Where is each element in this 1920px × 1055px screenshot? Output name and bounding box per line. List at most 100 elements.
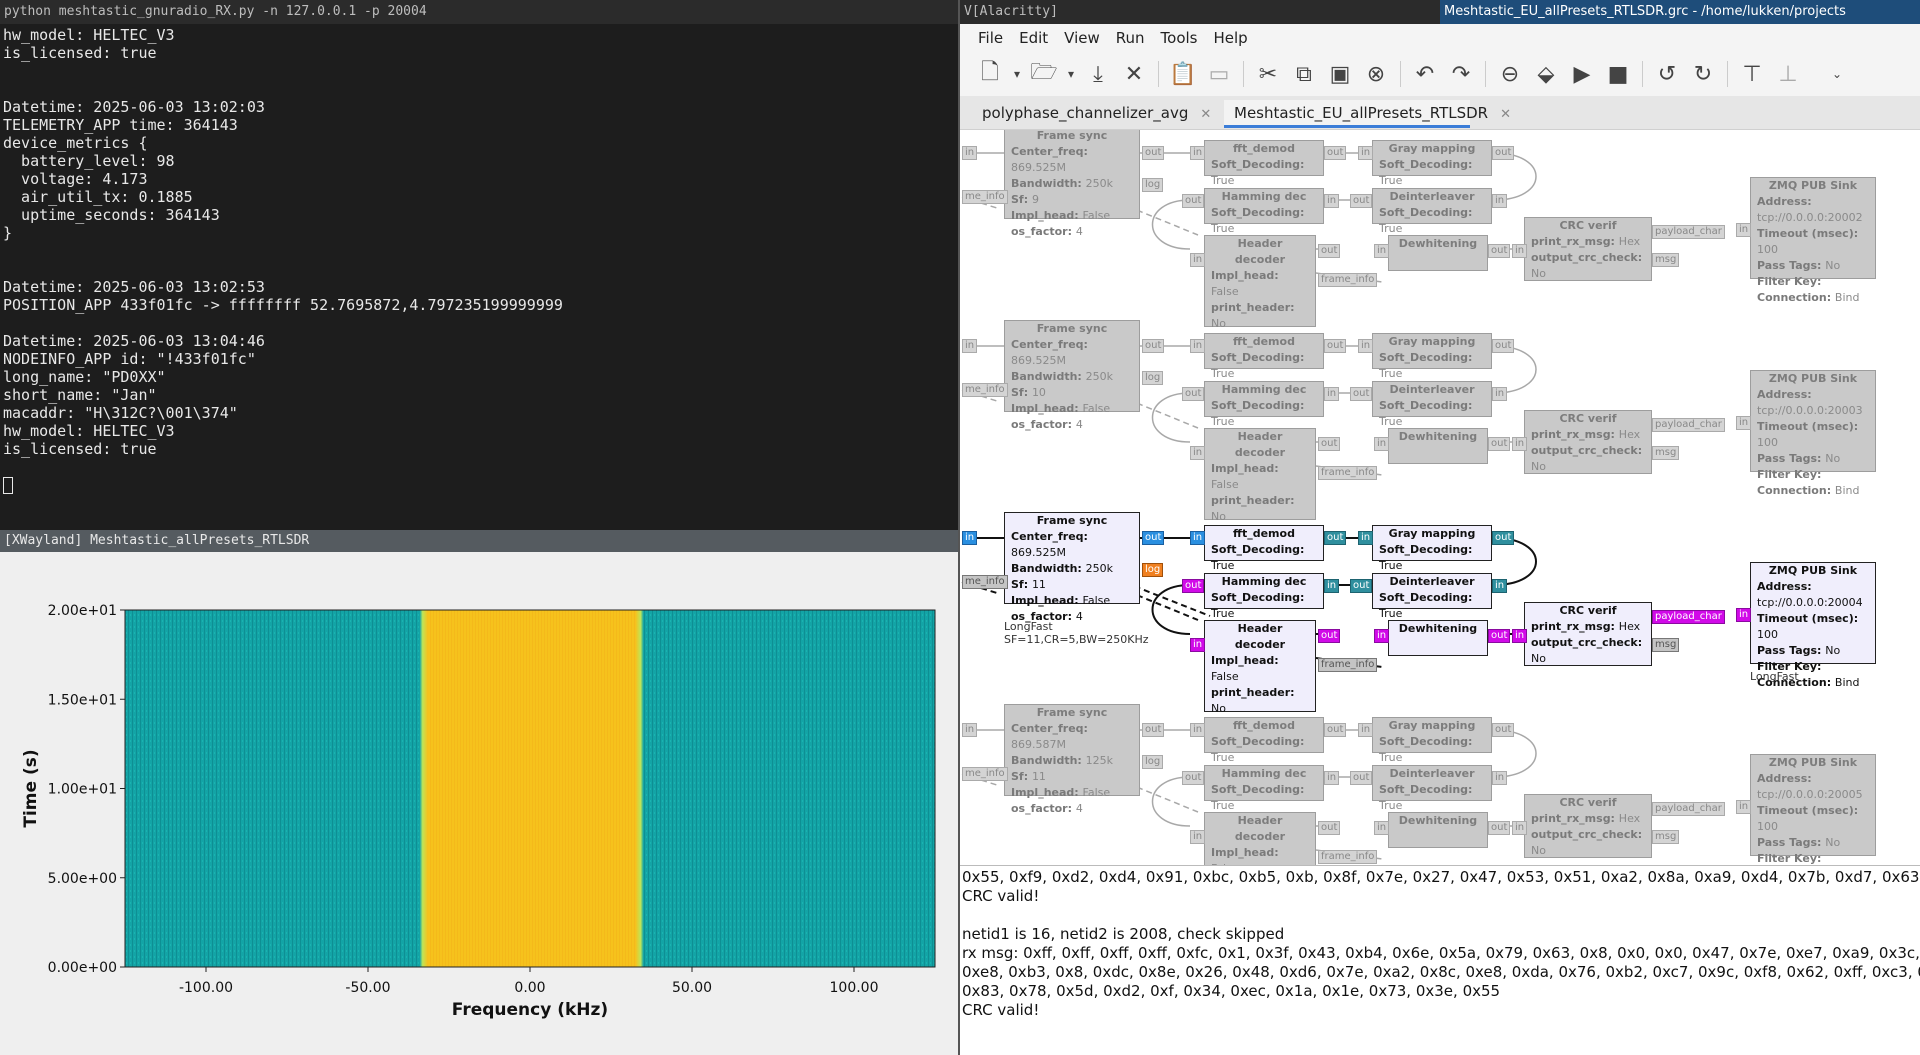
hamming-dec-block[interactable]: Hamming dec Soft_Decoding: True <box>1204 765 1324 812</box>
block-port[interactable]: out <box>1182 194 1205 208</box>
hierarchy-icon[interactable]: ⊤ <box>1734 58 1770 90</box>
block-port[interactable]: in <box>1324 771 1340 785</box>
block-port[interactable]: in <box>1492 771 1508 785</box>
hamming-dec-block[interactable]: Hamming dec Soft_Decoding: True <box>1204 188 1324 235</box>
block-port[interactable]: in <box>1512 437 1528 451</box>
deinterleaver-block[interactable]: Deinterleaver Soft_Decoding: True <box>1372 381 1492 428</box>
menu-edit[interactable]: Edit <box>1011 29 1056 47</box>
spectrogram-window[interactable]: [XWayland] Meshtastic_allPresets_RTLSDR … <box>0 530 960 1055</box>
delete-icon[interactable]: ⊗ <box>1358 58 1394 90</box>
crc-verif-block[interactable]: CRC verif print_rx_msg: Hex output_crc_che… <box>1524 410 1652 474</box>
toolbar-overflow-icon[interactable]: ⌄ <box>1828 58 1846 90</box>
block-port[interactable]: in <box>1358 531 1374 545</box>
frame-sync-block[interactable]: Frame sync Center_freq: 869.525M Bandwidth… <box>1004 512 1140 623</box>
block-port[interactable]: me_info <box>962 767 1008 781</box>
block-port[interactable]: out <box>1142 723 1165 737</box>
block-port[interactable]: out <box>1142 531 1165 545</box>
block-port[interactable]: payload_char <box>1652 610 1725 624</box>
zmq-pub-sink-block[interactable]: ZMQ PUB Sink Address: tcp://0.0.0.0:20002… <box>1750 177 1876 304</box>
block-port[interactable]: frame_info <box>1318 850 1378 864</box>
block-port[interactable]: in <box>1190 723 1206 737</box>
fft-demod-block[interactable]: fft_demod Soft_Decoding: True <box>1204 140 1324 187</box>
flowgraph-canvas[interactable]: Frame sync Center_freq: 869.525M Bandwidth… <box>960 130 1920 865</box>
zmq-pub-sink-block[interactable]: ZMQ PUB Sink Address: tcp://0.0.0.0:20004… <box>1750 562 1876 689</box>
paste-icon[interactable]: ▣ <box>1322 58 1358 90</box>
block-port[interactable]: in <box>1324 579 1340 593</box>
deinterleaver-block[interactable]: Deinterleaver Soft_Decoding: True <box>1372 188 1492 235</box>
frame-sync-block[interactable]: Frame sync Center_freq: 869.525M Bandwidth… <box>1004 320 1140 431</box>
header-decoder-block[interactable]: Header decoder Impl_head: False print_head… <box>1204 235 1316 346</box>
fft-demod-block[interactable]: fft_demod Soft_Decoding: True <box>1204 717 1324 764</box>
dewhitening-block[interactable]: Dewhitening <box>1388 812 1488 848</box>
block-port[interactable]: out <box>1350 194 1373 208</box>
screen-capture-icon[interactable]: ▭ <box>1201 58 1237 90</box>
block-port[interactable]: out <box>1318 437 1341 451</box>
dewhitening-block[interactable]: Dewhitening <box>1388 428 1488 464</box>
stop-icon[interactable]: ■ <box>1600 58 1636 90</box>
block-port[interactable]: in <box>962 146 978 160</box>
menu-help[interactable]: Help <box>1206 29 1256 47</box>
hamming-dec-block[interactable]: Hamming dec Soft_Decoding: True <box>1204 381 1324 428</box>
block-port[interactable]: in <box>1374 821 1390 835</box>
block-port[interactable]: out <box>1492 146 1515 160</box>
block-port[interactable]: msg <box>1652 253 1680 267</box>
block-port[interactable]: out <box>1324 723 1347 737</box>
block-port[interactable]: in <box>1492 387 1508 401</box>
block-port[interactable]: log <box>1142 755 1164 769</box>
crc-verif-block[interactable]: CRC verif print_rx_msg: Hex output_crc_che… <box>1524 217 1652 281</box>
block-port[interactable]: out <box>1318 821 1341 835</box>
block-port[interactable]: out <box>1488 629 1511 643</box>
block-port[interactable]: in <box>1190 638 1206 652</box>
block-port[interactable]: out <box>1324 531 1347 545</box>
block-port[interactable]: in <box>1374 244 1390 258</box>
block-port[interactable]: in <box>1190 146 1206 160</box>
save-icon[interactable]: ⤓ <box>1080 58 1116 90</box>
block-port[interactable]: in <box>1190 830 1206 844</box>
zmq-pub-sink-block[interactable]: ZMQ PUB Sink Address: tcp://0.0.0.0:20003… <box>1750 370 1876 497</box>
open-dropdown-icon[interactable]: ▾ <box>1062 58 1080 90</box>
block-port[interactable]: in <box>1190 339 1206 353</box>
disable-block-icon[interactable]: ⊖ <box>1492 58 1528 90</box>
block-port[interactable]: out <box>1182 771 1205 785</box>
tab-polyphase[interactable]: polyphase_channelizer_avg ✕ <box>960 100 1211 128</box>
fft-demod-block[interactable]: fft_demod Soft_Decoding: True <box>1204 333 1324 380</box>
crc-verif-block[interactable]: CRC verif print_rx_msg: Hex output_crc_che… <box>1524 794 1652 858</box>
block-port[interactable]: out <box>1142 146 1165 160</box>
run-icon[interactable]: ▶ <box>1564 58 1600 90</box>
frame-sync-block[interactable]: Frame sync Center_freq: 869.525M Bandwidth… <box>1004 130 1140 238</box>
block-port[interactable]: msg <box>1652 830 1680 844</box>
block-port[interactable]: log <box>1142 563 1164 577</box>
deinterleaver-block[interactable]: Deinterleaver Soft_Decoding: True <box>1372 573 1492 620</box>
block-port[interactable]: out <box>1350 579 1373 593</box>
block-port[interactable]: in <box>1736 223 1752 237</box>
menu-tools[interactable]: Tools <box>1153 29 1206 47</box>
dewhitening-block[interactable]: Dewhitening <box>1388 620 1488 656</box>
block-port[interactable]: in <box>1190 446 1206 460</box>
block-port[interactable]: msg <box>1652 638 1680 652</box>
menu-view[interactable]: View <box>1056 29 1108 47</box>
block-port[interactable]: in <box>1324 194 1340 208</box>
block-port[interactable]: out <box>1492 531 1515 545</box>
new-dropdown-icon[interactable]: ▾ <box>1008 58 1026 90</box>
block-port[interactable]: in <box>962 723 978 737</box>
block-port[interactable]: in <box>1358 339 1374 353</box>
block-port[interactable]: log <box>1142 371 1164 385</box>
block-port[interactable]: me_info <box>962 383 1008 397</box>
tab-close-icon[interactable]: ✕ <box>1500 107 1511 122</box>
block-port[interactable]: payload_char <box>1652 802 1725 816</box>
block-port[interactable]: in <box>962 339 978 353</box>
block-port[interactable]: out <box>1318 244 1341 258</box>
gray-mapping-block[interactable]: Gray mapping Soft_Decoding: True <box>1372 333 1492 380</box>
block-port[interactable]: me_info <box>962 575 1008 589</box>
menu-run[interactable]: Run <box>1108 29 1153 47</box>
gnuradio-window[interactable]: V[Alacritty] Meshtastic_EU_allPresets_RT… <box>960 0 1920 1055</box>
zmq-pub-sink-block[interactable]: ZMQ PUB Sink Address: tcp://0.0.0.0:20005… <box>1750 754 1876 865</box>
block-port[interactable]: frame_info <box>1318 466 1378 480</box>
block-port[interactable]: out <box>1324 146 1347 160</box>
clipboard-icon[interactable]: 📋 <box>1165 58 1201 90</box>
block-port[interactable]: in <box>1190 253 1206 267</box>
copy-icon[interactable]: ⧉ <box>1286 58 1322 90</box>
terminal-output[interactable]: hw_model: HELTEC_V3 is_licensed: true Dat… <box>0 24 960 496</box>
rotate-cw-icon[interactable]: ↻ <box>1685 58 1721 90</box>
cut-icon[interactable]: ✂ <box>1250 58 1286 90</box>
